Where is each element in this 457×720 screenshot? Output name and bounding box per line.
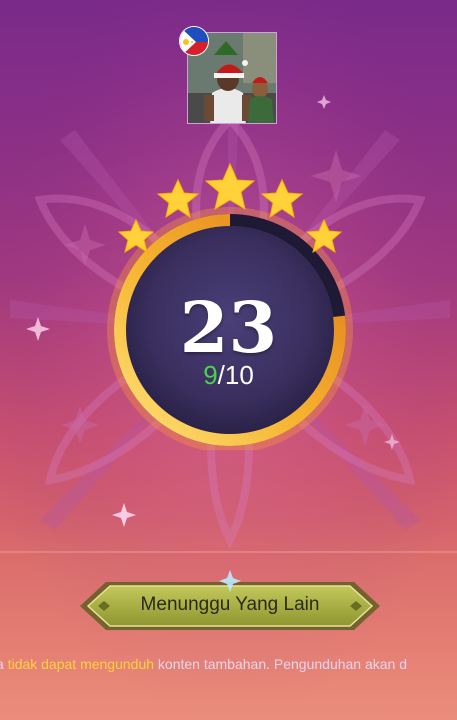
download-notice-marquee: a tidak dapat mengunduh konten tambahan.… bbox=[0, 654, 457, 674]
ready-count-total: 10 bbox=[224, 360, 254, 390]
ready-count-value: 9 bbox=[203, 360, 218, 390]
notice-highlight: tidak dapat mengunduh bbox=[7, 656, 155, 672]
notice-suffix: konten tambahan. Pengunduhan akan d bbox=[154, 656, 408, 672]
philippines-flag-icon bbox=[179, 26, 209, 56]
ready-player-count: 9/10 bbox=[0, 360, 457, 390]
notice-prefix: a bbox=[0, 656, 8, 672]
ready-count-separator: / bbox=[217, 360, 225, 390]
countdown-seconds: 23 bbox=[179, 286, 278, 369]
waiting-for-others-label: Menunggu Yang Lain bbox=[140, 594, 320, 615]
